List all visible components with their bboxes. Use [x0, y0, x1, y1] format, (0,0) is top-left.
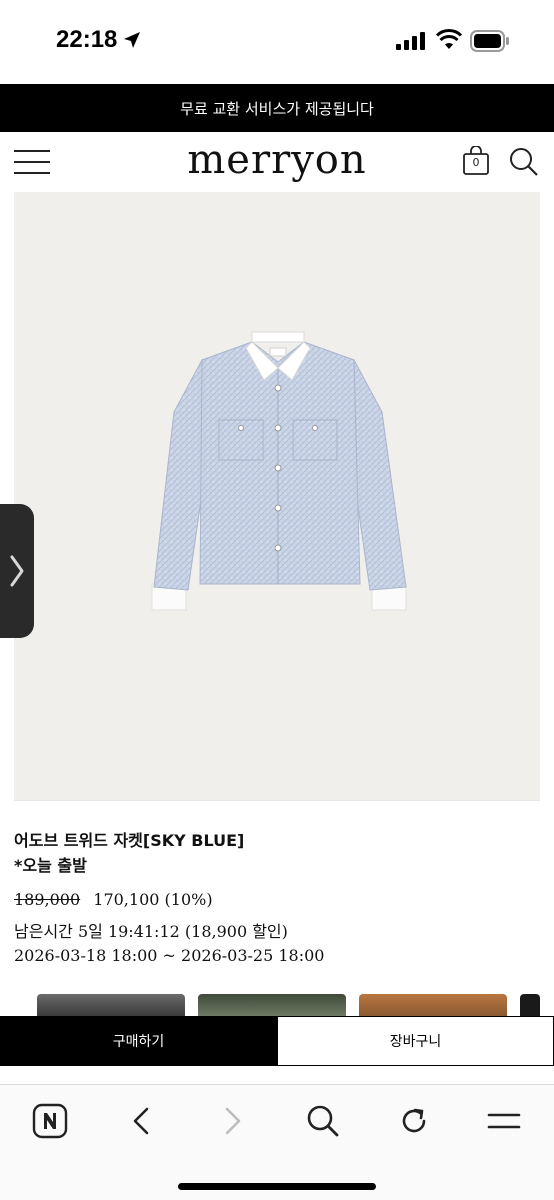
battery-icon: [470, 30, 509, 52]
remaining-time: 남은시간 5일 19:41:12 (18,900 할인): [14, 922, 288, 941]
browser-toolbar: [0, 1084, 554, 1200]
chevron-right-icon: [225, 1107, 241, 1135]
search-icon: [307, 1105, 339, 1137]
related-product-thumb[interactable]: [359, 994, 507, 1016]
sale-period: 2026-03-18 18:00 ~ 2026-03-25 18:00: [14, 946, 325, 965]
wifi-icon: [436, 29, 462, 49]
jacket-photo: [151, 331, 407, 611]
cellular-signal-icon: [396, 32, 425, 50]
purchase-bar: 구매하기 장바구니: [0, 1016, 554, 1066]
product-info: 어도브 트위드 자켓[SKY BLUE] *오늘 출발 189,000 170,…: [14, 828, 540, 968]
refresh-button[interactable]: [396, 1103, 432, 1139]
related-product-thumb[interactable]: [198, 994, 346, 1016]
promo-banner: 무료 교환 서비스가 제공됩니다: [0, 84, 554, 132]
buy-button[interactable]: 구매하기: [0, 1016, 277, 1066]
chevron-left-icon: [133, 1107, 149, 1135]
back-button[interactable]: [124, 1103, 160, 1139]
related-product-thumb[interactable]: [37, 994, 185, 1016]
menu-lines-icon: [487, 1113, 521, 1129]
status-time: 22:18: [56, 26, 118, 53]
naver-n-icon: [32, 1103, 68, 1139]
location-arrow-icon: [124, 32, 140, 48]
product-image[interactable]: [14, 192, 540, 800]
search-icon: [510, 148, 538, 176]
cart-button[interactable]: 0: [462, 146, 490, 178]
more-menu-button[interactable]: [486, 1103, 522, 1139]
related-product-thumb[interactable]: [520, 994, 540, 1016]
refresh-icon: [402, 1108, 426, 1133]
search-button-toolbar[interactable]: [305, 1103, 341, 1139]
sale-price: 170,100 (10%): [93, 890, 213, 909]
product-shipping-note: *오늘 출발: [14, 856, 87, 875]
cart-count: 0: [472, 156, 480, 169]
home-indicator[interactable]: [178, 1183, 376, 1190]
forward-button[interactable]: [214, 1103, 250, 1139]
chevron-right-icon: [10, 555, 24, 587]
side-panel-handle[interactable]: [0, 504, 34, 638]
original-price: 189,000: [14, 890, 81, 909]
price-row: 189,000 170,100 (10%): [14, 888, 540, 912]
product-name: 어도브 트위드 자켓[SKY BLUE]: [14, 831, 245, 850]
add-to-cart-button[interactable]: 장바구니: [277, 1016, 554, 1066]
site-header: merryon 0: [0, 132, 554, 192]
status-bar: 22:18: [0, 0, 554, 84]
naver-home-button[interactable]: [32, 1103, 68, 1139]
search-button[interactable]: [508, 146, 540, 178]
promo-text: 무료 교환 서비스가 제공됩니다: [180, 99, 374, 118]
image-divider: [14, 800, 540, 801]
